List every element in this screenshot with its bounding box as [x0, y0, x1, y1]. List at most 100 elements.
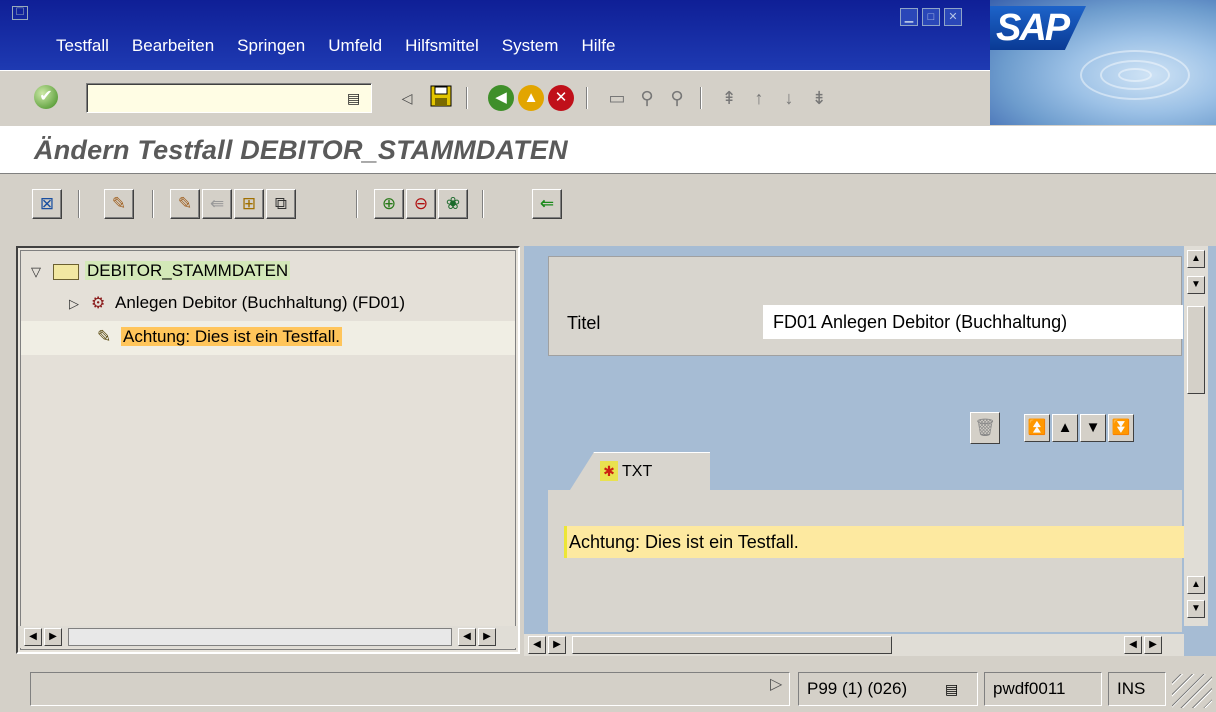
detail-vertical-scrollbar[interactable]: ▲ ▼ ▲ ▼ [1184, 246, 1208, 626]
menu-item-hilfsmittel[interactable]: Hilfsmittel [405, 36, 479, 56]
menu-item-testfall[interactable]: Testfall [56, 36, 109, 56]
menu-item-bearbeiten[interactable]: Bearbeiten [132, 36, 214, 56]
execute-icon[interactable]: ❀ [438, 189, 468, 219]
tree-root-node[interactable]: ▽ DEBITOR_STAMMDATEN [31, 259, 291, 284]
tree-root-label: DEBITOR_STAMMDATEN [85, 261, 291, 280]
last-item-icon[interactable]: ⏬ [1108, 414, 1134, 442]
status-expand-icon[interactable]: ▷ [770, 674, 782, 694]
tree-node-label: Anlegen Debitor (Buchhaltung) (FD01) [115, 293, 406, 312]
trash-icon[interactable]: 🗑 [970, 412, 1000, 444]
scroll-left-icon[interactable]: ◀ [458, 628, 476, 646]
scrollbar-thumb[interactable] [572, 636, 892, 654]
insert-mode-field: INS [1108, 672, 1166, 706]
minimize-icon[interactable]: ▁ [900, 8, 918, 26]
tree-node-anlegen-debitor[interactable]: ▷ ⚙ Anlegen Debitor (Buchhaltung) (FD01) [69, 291, 405, 315]
title-frame: Titel FD01 Anlegen Debitor (Buchhaltung) [548, 256, 1183, 356]
detail-horizontal-scrollbar[interactable]: ◀ ▶ ◀ ▶ [524, 634, 1184, 656]
system-info-field: P99 (1) (026) ▤ [798, 672, 978, 706]
standard-toolbar: ✔ ▤ ◁ ◀ ▲ ✕ ▭ ⚲ ⚲ ⇞ ↑ ↓ ⇟ [0, 70, 990, 125]
resize-grip[interactable] [1172, 674, 1212, 708]
transfer-icon[interactable]: ⇚ [202, 189, 232, 219]
window-menu-icon[interactable]: ☐ [12, 6, 28, 20]
edit-pencil-icon[interactable]: ✎ [104, 189, 134, 219]
command-history-icon[interactable]: ▤ [347, 89, 361, 107]
next-item-icon[interactable]: ▼ [1080, 414, 1106, 442]
scroll-down-icon[interactable]: ▼ [1187, 276, 1205, 294]
sap-logo-text: SAP [990, 6, 1086, 50]
transaction-gear-icon: ⚙ [91, 295, 106, 312]
tree-panel: ▽ DEBITOR_STAMMDATEN ▷ ⚙ Anlegen Debitor (B… [16, 246, 520, 654]
tab-txt[interactable]: ✱ TXT [570, 452, 710, 490]
first-item-icon[interactable]: ⏫ [1024, 414, 1050, 442]
sap-logo: SAP [990, 0, 1216, 125]
command-field[interactable]: ▤ [86, 83, 372, 113]
insert-row-icon[interactable]: ⊕ [374, 189, 404, 219]
page-title: Ändern Testfall DEBITOR_STAMMDATEN [34, 135, 568, 165]
menu-item-umfeld[interactable]: Umfeld [328, 36, 382, 56]
scroll-up-icon[interactable]: ▲ [1187, 250, 1205, 268]
note-pencil-icon: ✎ [97, 327, 112, 346]
exit-icon[interactable]: ▲ [518, 85, 544, 111]
tab-txt-label: TXT [622, 463, 653, 480]
tree-node-label: Achtung: Dies ist ein Testfall. [121, 327, 343, 346]
menu-item-system[interactable]: System [502, 36, 559, 56]
back-arrow-icon[interactable]: ⇐ [532, 189, 562, 219]
tree-view: ▽ DEBITOR_STAMMDATEN ▷ ⚙ Anlegen Debitor (B… [20, 250, 516, 650]
menu-item-hilfe[interactable]: Hilfe [581, 36, 615, 56]
status-bar: ▷ P99 (1) (026) ▤ pwdf0011 INS [0, 662, 1216, 712]
tree-horizontal-scrollbar[interactable]: ◀ ▶ ◀ ▶ [18, 626, 518, 648]
main-menu: Testfall Bearbeiten Springen Umfeld Hilf… [56, 36, 638, 56]
previous-item-icon[interactable]: ▲ [1052, 414, 1078, 442]
toolbar-separator [78, 190, 80, 218]
toolbar-separator [466, 87, 468, 109]
cancel-icon[interactable]: ✕ [548, 85, 574, 111]
toolbar-separator [356, 190, 358, 218]
find-icon[interactable]: ⚲ [634, 85, 660, 111]
window-controls: ▁ □ ✕ [900, 8, 962, 26]
text-tab-icon: ✱ [600, 461, 618, 481]
toolbar-separator [586, 87, 588, 109]
folder-icon [53, 262, 79, 280]
scroll-left-icon[interactable]: ◀ [1124, 636, 1142, 654]
next-page-icon[interactable]: ↓ [776, 85, 802, 111]
scroll-up-icon[interactable]: ▲ [1187, 576, 1205, 594]
system-details-icon[interactable]: ▤ [945, 673, 958, 705]
title-bar: Ändern Testfall DEBITOR_STAMMDATEN [0, 126, 1216, 174]
scrollbar-thumb[interactable] [1187, 306, 1205, 394]
scroll-right-icon[interactable]: ▶ [478, 628, 496, 646]
save-icon[interactable] [428, 85, 454, 111]
maximize-icon[interactable]: □ [922, 8, 940, 26]
expanded-triangle-icon[interactable]: ▽ [31, 260, 43, 284]
scroll-left-icon[interactable]: ◀ [528, 636, 546, 654]
scroll-left-icon[interactable]: ◀ [24, 628, 42, 646]
display-icon[interactable]: ⊠ [32, 189, 62, 219]
ripple-decoration [1118, 68, 1152, 82]
collapsed-triangle-icon[interactable]: ▷ [69, 292, 81, 316]
scroll-right-icon[interactable]: ▶ [548, 636, 566, 654]
menu-item-springen[interactable]: Springen [237, 36, 305, 56]
close-icon[interactable]: ✕ [944, 8, 962, 26]
scrollbar-track[interactable] [68, 628, 452, 646]
scroll-right-icon[interactable]: ▶ [1144, 636, 1162, 654]
tree-node-note[interactable]: ✎ Achtung: Dies ist ein Testfall. [21, 321, 515, 355]
change-icon[interactable]: ✎ [170, 189, 200, 219]
copy-icon[interactable]: ⧉ [266, 189, 296, 219]
titel-field[interactable]: FD01 Anlegen Debitor (Buchhaltung) [763, 305, 1183, 339]
enter-check-icon[interactable]: ✔ [34, 85, 58, 109]
find-next-icon[interactable]: ⚲ [664, 85, 690, 111]
tab-content: Achtung: Dies ist ein Testfall. [548, 490, 1184, 632]
last-page-icon[interactable]: ⇟ [806, 85, 832, 111]
note-text-field[interactable]: Achtung: Dies ist ein Testfall. [564, 526, 1184, 558]
scroll-right-icon[interactable]: ▶ [44, 628, 62, 646]
scroll-down-icon[interactable]: ▼ [1187, 600, 1205, 618]
print-icon[interactable]: ▭ [604, 85, 630, 111]
collapse-arrow-icon[interactable]: ◁ [394, 85, 420, 111]
detail-panel: Titel FD01 Anlegen Debitor (Buchhaltung)… [524, 246, 1216, 656]
delete-row-icon[interactable]: ⊖ [406, 189, 436, 219]
previous-page-icon[interactable]: ↑ [746, 85, 772, 111]
hierarchy-icon[interactable]: ⊞ [234, 189, 264, 219]
back-icon[interactable]: ◀ [488, 85, 514, 111]
application-toolbar: ⊠ ✎ ✎ ⇚ ⊞ ⧉ ⊕ ⊖ ❀ ⇐ [0, 176, 1216, 238]
first-page-icon[interactable]: ⇞ [716, 85, 742, 111]
system-info-text: P99 (1) (026) [807, 679, 908, 698]
